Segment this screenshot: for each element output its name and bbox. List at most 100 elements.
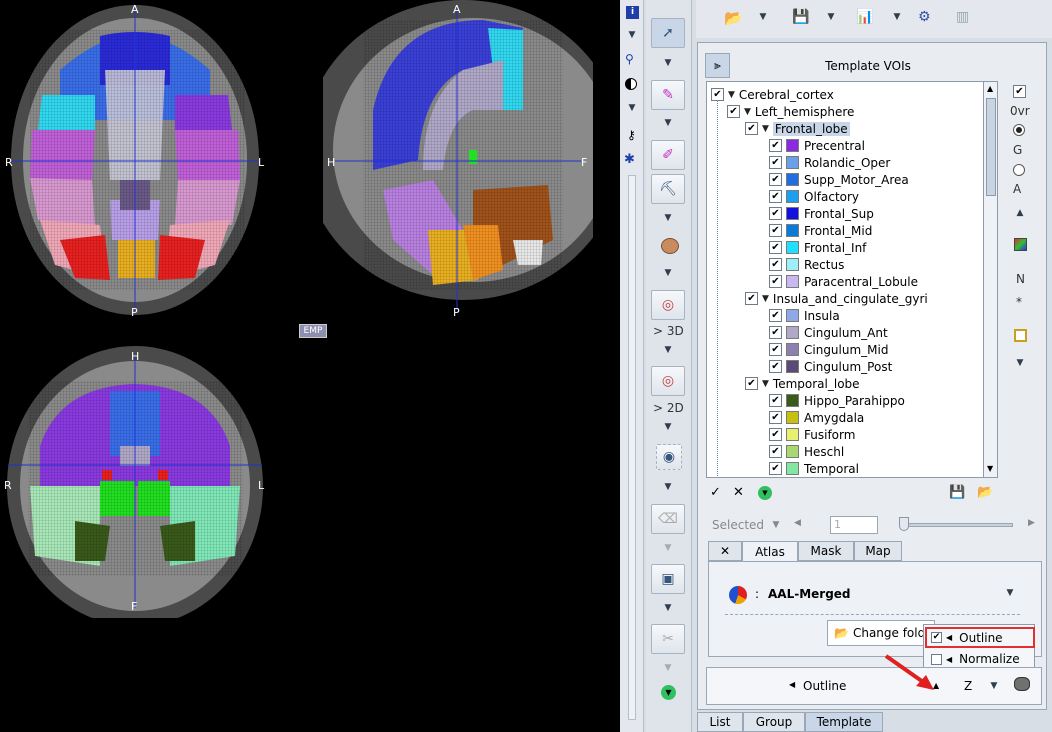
color-swatch[interactable] xyxy=(786,207,799,220)
close-icon[interactable]: ✕ xyxy=(733,485,744,500)
tree-item[interactable]: ✔ Temporal xyxy=(769,460,859,477)
chevron-down-icon[interactable]: ▼ xyxy=(661,482,675,492)
bottom-outline-label[interactable]: Outline xyxy=(803,679,846,693)
popup-item-outline[interactable]: ✔ ◀ Outline xyxy=(925,627,1035,648)
color-swatch[interactable] xyxy=(786,275,799,288)
link-icon[interactable]: ⚷ xyxy=(627,128,636,142)
tree-toggle-button[interactable]: ⫸ xyxy=(705,53,730,78)
tree-checkbox[interactable]: ✔ xyxy=(769,445,782,458)
tree-item[interactable]: ✔ Fusiform xyxy=(769,426,855,443)
color-map-icon[interactable] xyxy=(1014,238,1027,251)
expand-icon[interactable]: ▼ xyxy=(758,486,772,500)
eraser-tool-button[interactable]: ⌫ xyxy=(651,504,685,534)
settings-icon[interactable]: ✱ xyxy=(624,152,635,167)
tree-item[interactable]: ✔ Paracentral_Lobule xyxy=(769,273,918,290)
color-swatch[interactable] xyxy=(786,173,799,186)
color-swatch[interactable] xyxy=(786,241,799,254)
tree-item[interactable]: ✔ Amygdala xyxy=(769,409,864,426)
color-swatch[interactable] xyxy=(786,360,799,373)
z-label[interactable]: Z xyxy=(964,679,972,693)
chevron-down-icon[interactable]: ▼ xyxy=(769,520,783,530)
expand-triangle-icon[interactable]: ▼ xyxy=(762,294,769,304)
tree-folder[interactable]: ✔ ▼ Cerebral_cortex xyxy=(711,86,834,103)
surface-icon[interactable] xyxy=(1014,677,1030,691)
tab-close[interactable]: ✕ xyxy=(708,541,742,561)
color-swatch[interactable] xyxy=(786,462,799,475)
chevron-up-icon[interactable]: ▲ xyxy=(1013,208,1027,218)
index-spinner[interactable]: 1 xyxy=(830,516,878,534)
tree-checkbox[interactable]: ✔ xyxy=(745,377,758,390)
scroll-up-icon[interactable]: ▲ xyxy=(987,84,993,93)
chevron-down-icon[interactable]: ▼ xyxy=(661,345,675,355)
tree-scrollbar[interactable]: ▲ ▼ xyxy=(983,81,998,478)
radio-unselected[interactable] xyxy=(1013,164,1025,176)
box-tool-button[interactable]: ▣ xyxy=(651,564,685,594)
paint-tool-button[interactable]: ⛏ xyxy=(651,174,685,204)
chevron-down-icon[interactable]: ▼ xyxy=(661,268,675,278)
save-icon[interactable]: 💾 xyxy=(792,9,809,25)
tree-item[interactable]: ✔ Insula xyxy=(769,307,840,324)
axial-view[interactable]: A P R L xyxy=(0,0,270,322)
voi-edit-tool-button[interactable]: ✎ xyxy=(651,80,685,110)
color-swatch[interactable] xyxy=(786,343,799,356)
tree-item[interactable]: ✔ Heschl xyxy=(769,443,844,460)
tree-item[interactable]: ✔ Olfactory xyxy=(769,188,859,205)
tree-checkbox[interactable]: ✔ xyxy=(769,173,782,186)
bookmark-icon[interactable] xyxy=(1014,329,1027,342)
emp-badge[interactable]: EMP xyxy=(299,324,327,338)
tree-item[interactable]: ✔ Hippo_Parahippo xyxy=(769,392,905,409)
info-icon[interactable]: i xyxy=(626,6,639,19)
n-label[interactable]: N xyxy=(1016,272,1025,286)
expand-triangle-icon[interactable]: ▼ xyxy=(762,124,769,134)
star-label[interactable]: * xyxy=(1016,295,1022,309)
accept-icon[interactable]: ▼ xyxy=(661,685,676,700)
chevron-down-icon[interactable]: ▼ xyxy=(987,681,1001,691)
coronal-view[interactable]: H F R L xyxy=(0,346,270,618)
expand-triangle-icon[interactable]: ▼ xyxy=(762,379,769,389)
tree-item[interactable]: ✔ Cingulum_Mid xyxy=(769,341,888,358)
change-folder-button[interactable]: 📂 Change folde xyxy=(827,620,935,646)
tree-item[interactable]: ✔ Cingulum_Ant xyxy=(769,324,888,341)
color-swatch[interactable] xyxy=(786,411,799,424)
color-swatch[interactable] xyxy=(786,394,799,407)
chevron-down-icon[interactable]: ▼ xyxy=(756,12,770,22)
prev-icon[interactable]: ◀ xyxy=(794,518,801,528)
slider-thumb[interactable] xyxy=(899,517,909,531)
opacity-slider[interactable] xyxy=(901,523,1013,527)
tree-checkbox[interactable]: ✔ xyxy=(727,105,740,118)
tree-checkbox[interactable]: ✔ xyxy=(769,258,782,271)
tree-checkbox[interactable]: ✔ xyxy=(769,343,782,356)
brush-tool-button[interactable]: ✐ xyxy=(651,140,685,170)
radio-selected[interactable] xyxy=(1013,124,1025,136)
tree-checkbox[interactable]: ✔ xyxy=(769,156,782,169)
tab-list[interactable]: List xyxy=(697,712,743,732)
scroll-track[interactable] xyxy=(628,175,636,720)
chevron-down-icon[interactable]: ▼ xyxy=(625,103,639,113)
outline-checkbox[interactable]: ✔ xyxy=(931,632,942,643)
color-swatch[interactable] xyxy=(786,445,799,458)
sagittal-view[interactable]: A P H F xyxy=(323,0,593,322)
color-swatch[interactable] xyxy=(786,224,799,237)
sphere-icon[interactable] xyxy=(661,238,679,254)
chevron-down-icon[interactable]: ▼ xyxy=(661,118,675,128)
tree-checkbox[interactable]: ✔ xyxy=(769,360,782,373)
tree-item[interactable]: ✔ Cingulum_Post xyxy=(769,358,892,375)
tree-folder[interactable]: ✔ ▼ Insula_and_cingulate_gyri xyxy=(745,290,928,307)
tree-checkbox[interactable]: ✔ xyxy=(745,122,758,135)
tab-map[interactable]: Map xyxy=(854,541,902,561)
chevron-down-icon[interactable]: ▼ xyxy=(661,422,675,432)
chevron-down-icon[interactable]: ▼ xyxy=(1003,588,1017,598)
chevron-down-icon[interactable]: ▼ xyxy=(661,663,675,673)
tree-checkbox[interactable]: ✔ xyxy=(769,241,782,254)
template-icon[interactable]: ▥ xyxy=(956,9,969,25)
check-icon[interactable]: ✓ xyxy=(710,485,721,500)
chevron-down-icon[interactable]: ▼ xyxy=(625,30,639,40)
chevron-down-icon[interactable]: ▼ xyxy=(890,12,904,22)
contrast-icon[interactable] xyxy=(625,78,637,90)
expand-triangle-icon[interactable]: ▼ xyxy=(728,90,735,100)
open-voi-icon[interactable]: 📂 xyxy=(977,485,993,500)
tree-item[interactable]: ✔ Rolandic_Oper xyxy=(769,154,890,171)
color-swatch[interactable] xyxy=(786,326,799,339)
color-swatch[interactable] xyxy=(786,428,799,441)
tree-item[interactable]: ✔ Frontal_Inf xyxy=(769,239,866,256)
